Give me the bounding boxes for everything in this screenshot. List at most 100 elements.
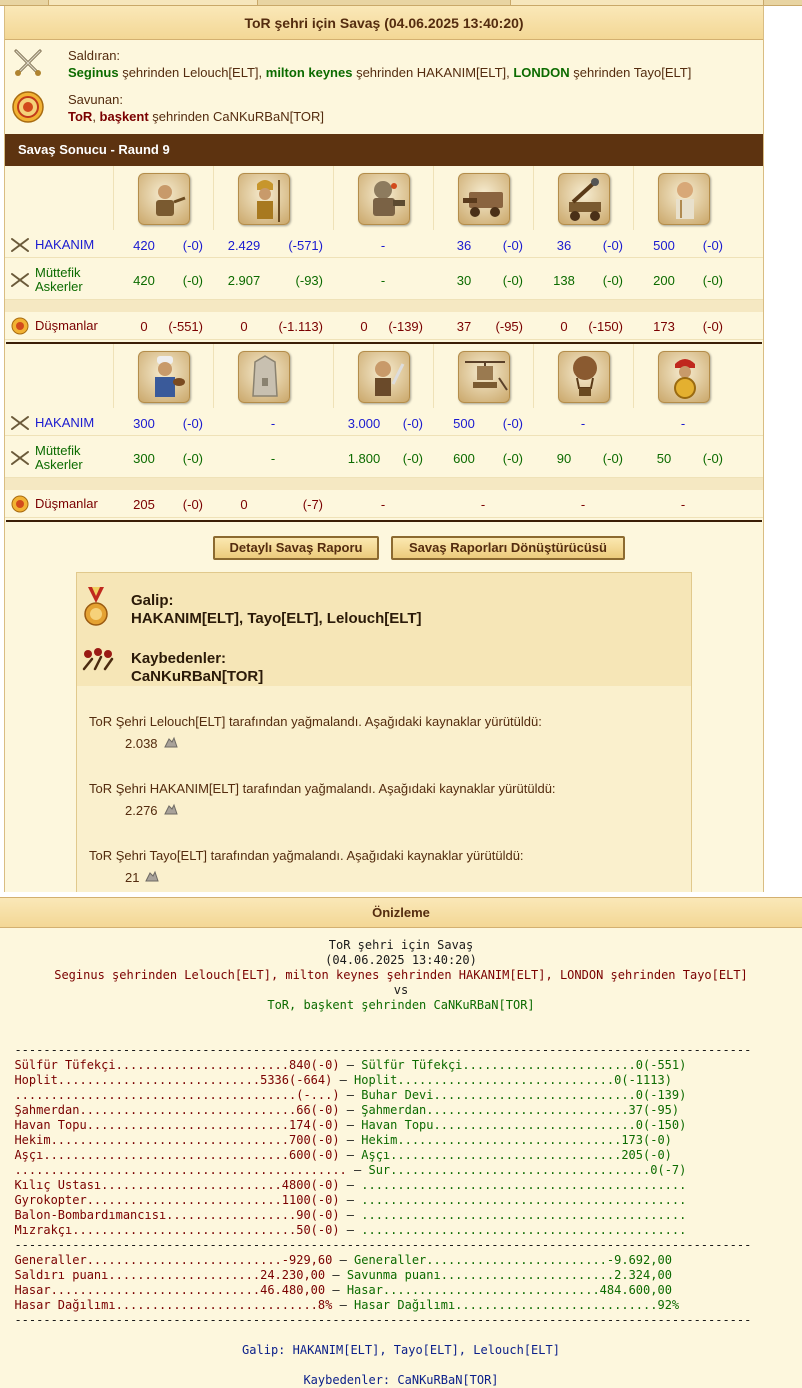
preview-unit-line: Hekim.................................70… — [14, 1133, 672, 1147]
row-label-text[interactable]: HAKANIM — [35, 238, 94, 252]
preview-rule: ----------------------------------------… — [14, 1313, 752, 1327]
unit-count: - — [580, 415, 586, 431]
unit-loss: (-0) — [182, 415, 203, 431]
marble-icon — [145, 870, 160, 885]
preview-head-defenders: ToR, başkent şehrinden CaNKuRBaN[TOR] — [267, 998, 535, 1012]
unit-loss: (-95) — [495, 318, 523, 334]
attacker-city-link[interactable]: milton keynes — [266, 65, 353, 80]
hoplite-icon[interactable] — [238, 173, 290, 225]
preview-unit-line: ........................................… — [14, 1163, 687, 1177]
preview-winner-label: Galip: — [242, 1343, 286, 1357]
report-converter-button[interactable]: Savaş Raporları Dönüştürücüsü — [391, 536, 625, 560]
preview-total-line: Hasar Dağılımı..........................… — [14, 1298, 680, 1312]
ally-row: Müttefik Askerler 300 (-0) -1.800 (-0) 600 (-0)… — [5, 438, 763, 478]
detailed-report-button[interactable]: Detaylı Savaş Raporu — [213, 536, 379, 560]
attacker-text: şehrinden HAKANIM[ELT], — [352, 65, 514, 80]
plunder-text: ToR Şehri Lelouch[ELT] tarafından yağmal… — [89, 714, 542, 729]
unit-loss: (-0) — [182, 272, 203, 288]
preview-text[interactable]: ToR şehri için Savaş (04.06.2025 13:40:20… — [0, 938, 802, 1388]
preview-unit-line: Hoplit............................5336(-… — [14, 1073, 672, 1087]
preview-loser: Kaybedenler: CaNKuRBaN[TOR] — [0, 1373, 802, 1388]
row-label-text: Müttefik Askerler — [35, 443, 83, 472]
steam-giant-icon[interactable] — [358, 173, 410, 225]
unit-loss: (-93) — [295, 272, 323, 288]
unit-grid-2: HAKANIM 300 (-0) -3.000 (-0) 500 (-0) - - Müttefi… — [5, 344, 763, 520]
plunder-amount: 2.038 — [125, 736, 178, 751]
cook-icon[interactable] — [138, 351, 190, 403]
own-row-label: HAKANIM — [9, 410, 94, 436]
preview-total-line: Hasar.............................46.480… — [14, 1283, 672, 1297]
unit-count: 0 — [240, 496, 248, 512]
preview-winner-names: HAKANIM[ELT], Tayo[ELT], Lelouch[ELT] — [292, 1343, 560, 1357]
attacker-city-link[interactable]: LONDON — [513, 65, 569, 80]
unit-loss: (-0) — [182, 450, 203, 466]
spearman-icon[interactable] — [658, 351, 710, 403]
preview-total-line: Generaller...........................-92… — [14, 1253, 672, 1267]
unit-count: - — [380, 496, 386, 512]
preview-unit-line: Balon-Bombardımancısı..................9… — [14, 1208, 687, 1222]
unit-cell — [333, 166, 433, 230]
unit-cell — [533, 344, 633, 408]
unit-count: 2.429 — [227, 237, 261, 253]
attacker-line: Seginus şehrinden Lelouch[ELT], milton k… — [68, 65, 691, 80]
preview-unit-line: Kılıç Ustası.........................480… — [14, 1178, 687, 1192]
unit-count: - — [680, 415, 686, 431]
row-label-text: Müttefik Askerler — [35, 265, 83, 294]
balloon-bombardier-icon[interactable] — [558, 351, 610, 403]
row-spacer — [5, 478, 763, 490]
preview-unit-table: ----------------------------------------… — [0, 1043, 751, 1327]
unit-cell — [533, 166, 633, 230]
row-label-text[interactable]: HAKANIM — [35, 416, 94, 430]
defender-text: şehrinden CaNKuRBaN[TOR] — [148, 109, 325, 124]
attacker-city-link[interactable]: Seginus — [68, 65, 119, 80]
catapult-icon[interactable] — [558, 173, 610, 225]
preview-unit-line: Şahmerdan..............................6… — [14, 1103, 680, 1117]
defender-city-link[interactable]: ToR — [68, 109, 92, 124]
own-row-label: HAKANIM — [9, 232, 94, 258]
swordsman-icon[interactable] — [358, 351, 410, 403]
unit-cell — [633, 344, 733, 408]
preview-rule: ----------------------------------------… — [14, 1238, 752, 1252]
unit-loss: (-0) — [502, 450, 523, 466]
unit-count: - — [270, 450, 276, 466]
plunder-text: ToR Şehri HAKANIM[ELT] tarafından yağmal… — [89, 781, 556, 796]
preview-unit-line: Sülfür Tüfekçi........................84… — [14, 1058, 687, 1072]
unit-cell — [213, 344, 333, 408]
crossed-swords-icon — [14, 49, 42, 76]
unit-count: - — [380, 272, 386, 288]
gyrocopter-icon[interactable] — [458, 351, 510, 403]
unit-loss: (-0) — [502, 415, 523, 431]
unit-cell — [433, 344, 533, 408]
report-title: ToR şehri için Savaş (04.06.2025 13:40:2… — [5, 6, 763, 40]
enemy-row-label: Düşmanlar — [9, 312, 98, 340]
unit-loss: (-0) — [182, 237, 203, 253]
battle-report: ToR şehri için Savaş (04.06.2025 13:40:2… — [4, 6, 764, 892]
unit-loss: (-0) — [502, 272, 523, 288]
loser-names: CaNKuRBaN[TOR] — [131, 668, 264, 685]
ram-icon[interactable] — [458, 173, 510, 225]
row-label-text: Düşmanlar — [35, 496, 98, 511]
preview-loser-label: Kaybedenler: — [303, 1373, 391, 1387]
doctor-icon[interactable] — [658, 173, 710, 225]
wall-icon[interactable] — [238, 351, 290, 403]
attacker-section: Saldıran: Seginus şehrinden Lelouch[ELT]… — [5, 40, 763, 84]
unit-count: - — [480, 496, 486, 512]
unit-loss: (-1.113) — [278, 318, 323, 334]
defender-label: Savunan: — [68, 92, 123, 107]
unit-loss: (-571) — [288, 237, 323, 253]
defender-city-link[interactable]: başkent — [100, 109, 149, 124]
unit-loss: (-0) — [402, 450, 423, 466]
attacker-text: şehrinden Lelouch[ELT], — [118, 65, 266, 80]
preview-total-line: Saldırı puanı.....................24.230… — [14, 1268, 672, 1282]
battle-result-header: Savaş Sonucu - Raund 9 — [5, 134, 763, 166]
ally-row-label: Müttefik Askerler — [9, 260, 83, 300]
preview-unit-line: Gyrokopter...........................110… — [14, 1193, 687, 1207]
defender-section: Savunan: ToR, başkent şehrinden CaNKuRBa… — [5, 84, 763, 128]
unit-cell — [113, 344, 213, 408]
unit-count: - — [680, 496, 686, 512]
slinger-icon[interactable] — [138, 173, 190, 225]
unit-count: 0 — [240, 318, 248, 334]
ally-row: Müttefik Askerler 420 (-0) 2.907 (-93) -30 (-0)… — [5, 260, 763, 300]
preview-head-attackers: Seginus şehrinden Lelouch[ELT], milton k… — [54, 968, 748, 982]
unit-grid-1: HAKANIM 420 (-0) 2.429 (-571) -36 (-0) 36 (-0) 50… — [5, 166, 763, 342]
